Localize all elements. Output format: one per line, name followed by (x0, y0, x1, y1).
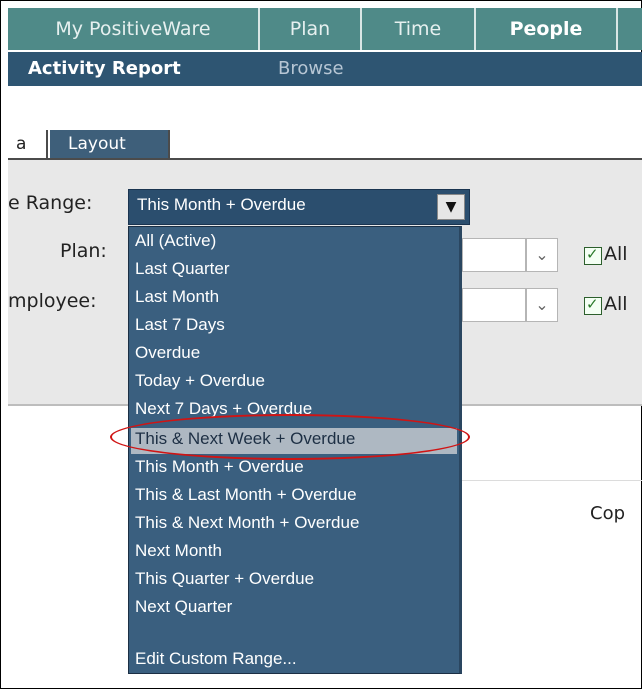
footer-divider (462, 480, 642, 481)
employee-chevron-down-icon[interactable]: ⌄ (526, 288, 558, 322)
plan-all-label: All (604, 243, 628, 265)
plan-all-checkbox[interactable]: ✓ (584, 245, 602, 265)
report-tabs: a Layout (8, 120, 642, 160)
date-range-select[interactable]: This Month + Overdue ▼ (128, 189, 470, 225)
sub-navigation: Activity Report Browse (8, 52, 642, 86)
plan-combo[interactable] (462, 238, 526, 272)
tab-people[interactable]: People (476, 8, 618, 50)
dropdown-option[interactable]: Last Quarter (135, 259, 230, 279)
dropdown-option[interactable]: Next Quarter (135, 597, 232, 617)
dropdown-option[interactable]: All (Active) (135, 231, 216, 251)
tab-time[interactable]: Time (362, 8, 476, 50)
spacer-band (8, 86, 642, 120)
dropdown-option[interactable]: This & Last Month + Overdue (135, 485, 357, 505)
annotation-ellipse (110, 414, 470, 460)
chevron-down-icon[interactable]: ▼ (437, 194, 465, 220)
dropdown-option[interactable]: Last 7 Days (135, 315, 225, 335)
copyright-text: Cop (590, 503, 626, 524)
tab-criteria[interactable]: a (8, 130, 48, 158)
tab-plan[interactable]: Plan (260, 8, 362, 50)
plan-label: Plan: (60, 240, 107, 262)
dropdown-option[interactable]: Next Month (135, 541, 222, 561)
checkmark-icon: ✓ (586, 245, 599, 263)
subnav-browse[interactable]: Browse (278, 52, 344, 86)
tab-my-positiveware[interactable]: My PositiveWare (8, 8, 260, 50)
date-range-label: e Range: (8, 192, 93, 214)
dropdown-option[interactable]: This & Next Month + Overdue (135, 513, 359, 533)
employee-all-checkbox[interactable]: ✓ (584, 295, 602, 315)
employee-combo[interactable] (462, 288, 526, 322)
tab-layout[interactable]: Layout (50, 130, 170, 158)
subnav-activity-report[interactable]: Activity Report (28, 52, 181, 86)
dropdown-option[interactable]: Today + Overdue (135, 371, 265, 391)
dropdown-option-edit-custom-range[interactable]: Edit Custom Range... (135, 649, 297, 669)
dropdown-option[interactable]: This Month + Overdue (135, 457, 304, 477)
plan-chevron-down-icon[interactable]: ⌄ (526, 238, 558, 272)
date-range-value: This Month + Overdue (137, 195, 306, 214)
dropdown-option[interactable]: Overdue (135, 343, 200, 363)
employee-all-label: All (604, 293, 628, 315)
employee-label: mployee: (8, 290, 97, 312)
dropdown-option[interactable]: Last Month (135, 287, 219, 307)
top-navigation: My PositiveWare Plan Time People (8, 8, 642, 50)
dropdown-option[interactable]: This Quarter + Overdue (135, 569, 314, 589)
checkmark-icon: ✓ (586, 295, 599, 313)
